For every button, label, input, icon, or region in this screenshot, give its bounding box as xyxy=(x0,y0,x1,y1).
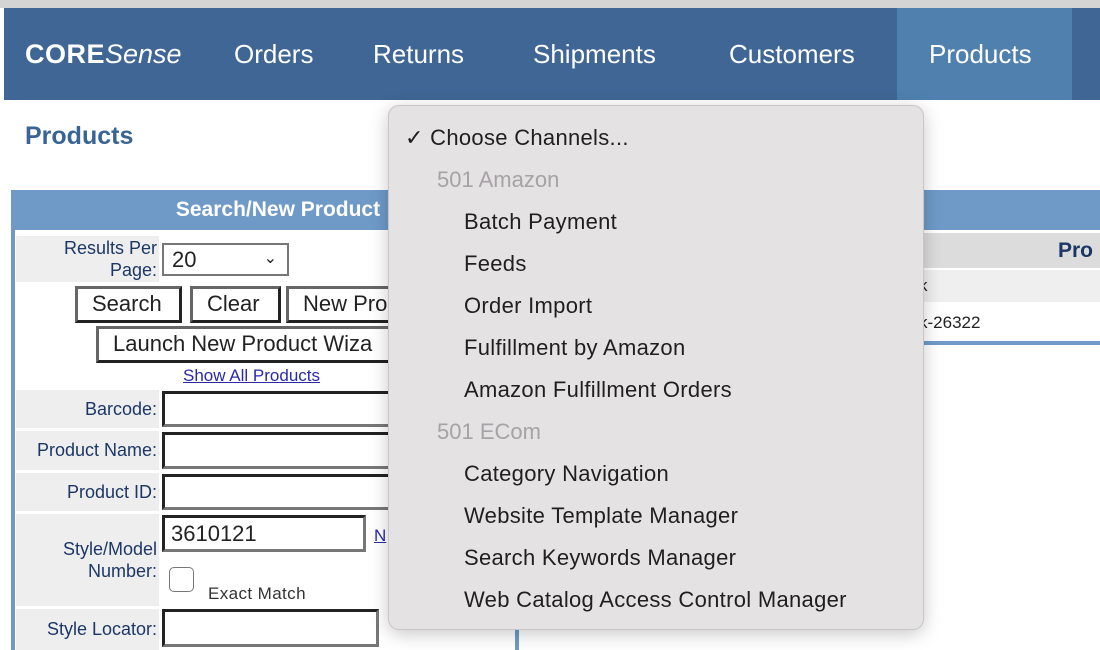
menu-item[interactable]: Batch Payment xyxy=(464,209,617,235)
chevron-down-icon: ⌄ xyxy=(263,250,277,267)
product-name-label: Product Name: xyxy=(16,431,159,470)
show-all-products-link[interactable]: Show All Products xyxy=(183,366,320,386)
menu-item-label: Choose Channels... xyxy=(430,125,629,150)
column-header-product: Pro xyxy=(1058,239,1094,262)
logo-core: CORE xyxy=(25,39,106,69)
results-per-page-label: Results Per Page: xyxy=(16,236,159,282)
menu-group-header: 501 Amazon xyxy=(437,167,560,192)
menu-group-header: 501 ECom xyxy=(437,419,541,444)
style-model-label: Style/Model Number: xyxy=(16,514,159,606)
nav-products[interactable]: Products xyxy=(929,8,1032,100)
browser-strip xyxy=(0,0,1100,8)
exact-match-checkbox[interactable] xyxy=(169,567,194,592)
new-product-button[interactable]: New Pro xyxy=(286,286,396,323)
select-value: 20 xyxy=(172,247,197,272)
logo-sense: Sense xyxy=(105,39,182,69)
panel-border-left xyxy=(11,190,15,650)
search-panel-title: Search/New Product xyxy=(175,198,381,221)
row-cell: k-26322 xyxy=(919,313,981,332)
checkmark-icon: ✓ xyxy=(405,125,424,150)
menu-item[interactable]: Order Import xyxy=(464,293,592,319)
barcode-label: Barcode: xyxy=(16,390,159,428)
style-model-input[interactable]: 3610121 xyxy=(162,515,366,552)
clear-button[interactable]: Clear xyxy=(190,286,281,323)
menu-item[interactable]: Web Catalog Access Control Manager xyxy=(464,587,847,613)
nav-shipments[interactable]: Shipments xyxy=(533,8,656,100)
menu-item[interactable]: Fulfillment by Amazon xyxy=(464,335,686,361)
menu-item[interactable]: Category Navigation xyxy=(464,461,669,487)
menu-item[interactable]: Amazon Fulfillment Orders xyxy=(464,377,732,403)
menu-item[interactable]: Website Template Manager xyxy=(464,503,738,529)
product-id-label: Product ID: xyxy=(16,473,159,511)
style-locator-label: Style Locator: xyxy=(16,609,159,650)
menu-item[interactable]: Feeds xyxy=(464,251,527,277)
product-id-input[interactable] xyxy=(162,474,392,510)
barcode-input[interactable] xyxy=(162,391,392,427)
menu-item[interactable]: Search Keywords Manager xyxy=(464,545,736,571)
nav-filler xyxy=(1072,8,1100,100)
exact-match-label: Exact Match xyxy=(208,584,306,603)
nav-returns[interactable]: Returns xyxy=(373,8,464,100)
channel-menu[interactable]: ✓ Choose Channels... 501 Amazon Batch Pa… xyxy=(388,105,924,630)
logo[interactable]: CORESense xyxy=(25,8,182,100)
nav-customers[interactable]: Customers xyxy=(729,8,855,100)
launch-wizard-button[interactable]: Launch New Product Wiza xyxy=(96,326,396,363)
search-button[interactable]: Search xyxy=(75,286,182,323)
menu-item-choose-channels[interactable]: ✓ Choose Channels... xyxy=(405,125,629,151)
page-title: Products xyxy=(25,122,134,150)
style-model-link[interactable]: N xyxy=(374,526,386,546)
nav-orders[interactable]: Orders xyxy=(234,8,313,100)
style-locator-input[interactable] xyxy=(162,609,379,647)
results-per-page-select[interactable]: 20 ⌄ xyxy=(162,243,289,276)
product-name-input[interactable] xyxy=(162,432,392,469)
